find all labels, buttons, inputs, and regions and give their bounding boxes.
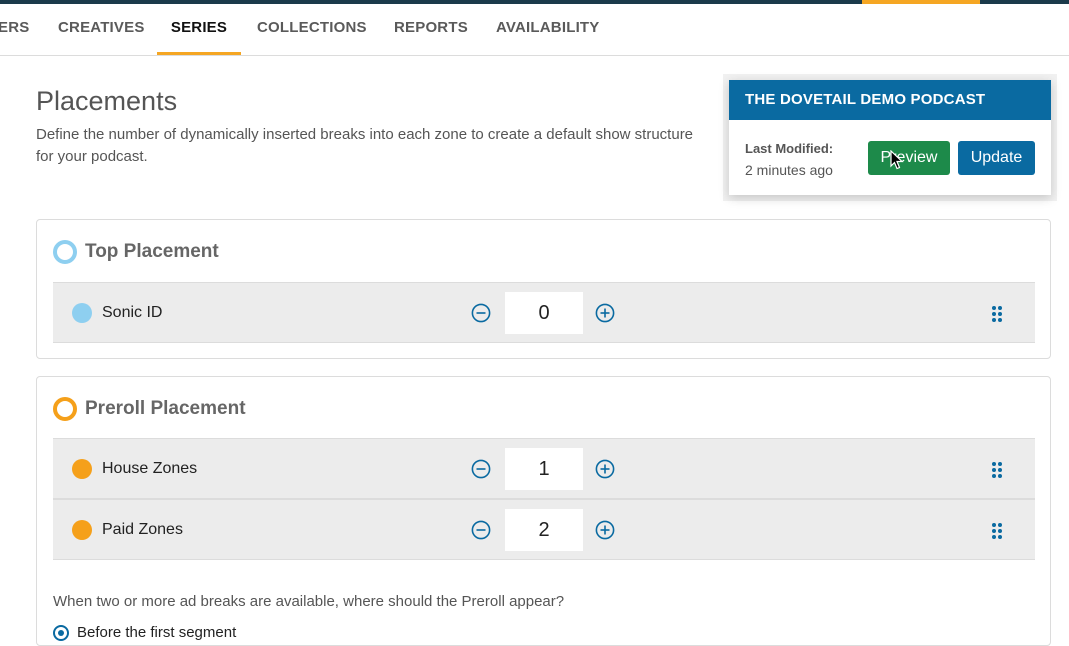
zone-color-dot — [72, 303, 92, 323]
decrement-icon[interactable] — [471, 459, 491, 479]
top-placement-panel: Top Placement Sonic ID 0 — [36, 219, 1051, 359]
zone-row-sonic-id: Sonic ID 0 — [53, 282, 1035, 343]
last-modified-value: 2 minutes ago — [745, 162, 833, 178]
last-modified-label: Last Modified: — [745, 141, 834, 156]
mouse-pointer-icon — [890, 150, 904, 170]
tab-availability[interactable]: AVAILABILITY — [496, 4, 600, 55]
preroll-position-question: When two or more ad breaks are available… — [53, 593, 565, 610]
top-placement-title: Top Placement — [85, 241, 219, 262]
zone-row-house-zones: House Zones 1 — [53, 438, 1035, 499]
drag-handle-icon[interactable] — [991, 522, 1003, 540]
zone-count-input[interactable]: 0 — [505, 292, 583, 334]
radio-label: Before the first segment — [77, 624, 237, 641]
page-title: Placements — [36, 86, 178, 116]
tab-creatives[interactable]: CREATIVES — [58, 4, 145, 55]
zone-row-paid-zones: Paid Zones 2 — [53, 499, 1035, 560]
update-button[interactable]: Update — [958, 141, 1035, 175]
increment-icon[interactable] — [595, 303, 615, 323]
zone-label: Paid Zones — [102, 521, 183, 538]
zone-label: House Zones — [102, 460, 198, 477]
decrement-icon[interactable] — [471, 303, 491, 323]
increment-icon[interactable] — [595, 520, 615, 540]
zone-count-input[interactable]: 2 — [505, 509, 583, 551]
podcast-name: THE DOVETAIL DEMO PODCAST — [729, 80, 1051, 120]
drag-handle-icon[interactable] — [991, 461, 1003, 479]
tab-reports[interactable]: REPORTS — [394, 4, 468, 55]
preroll-placement-title: Preroll Placement — [85, 398, 246, 419]
drag-handle-icon[interactable] — [991, 305, 1003, 323]
page-description: Define the number of dynamically inserte… — [36, 126, 694, 165]
tab-collections[interactable]: COLLECTIONS — [257, 4, 367, 55]
podcast-status-card: THE DOVETAIL DEMO PODCAST Last Modified:… — [729, 80, 1051, 195]
increment-icon[interactable] — [595, 459, 615, 479]
preview-button[interactable]: Preview — [868, 141, 950, 175]
tab-series[interactable]: SERIES — [157, 4, 241, 55]
top-placement-ring-icon — [53, 240, 77, 264]
zone-label: Sonic ID — [102, 304, 163, 321]
zone-count-input[interactable]: 1 — [505, 448, 583, 490]
tab-advertisers[interactable]: ERS — [0, 4, 29, 55]
preroll-placement-panel: Preroll Placement House Zones 1 Paid Zon… — [36, 376, 1051, 646]
main-nav: ERS CREATIVES SERIES COLLECTIONS REPORTS… — [0, 4, 1069, 56]
decrement-icon[interactable] — [471, 520, 491, 540]
zone-color-dot — [72, 459, 92, 479]
zone-color-dot — [72, 520, 92, 540]
preroll-placement-ring-icon — [53, 397, 77, 421]
